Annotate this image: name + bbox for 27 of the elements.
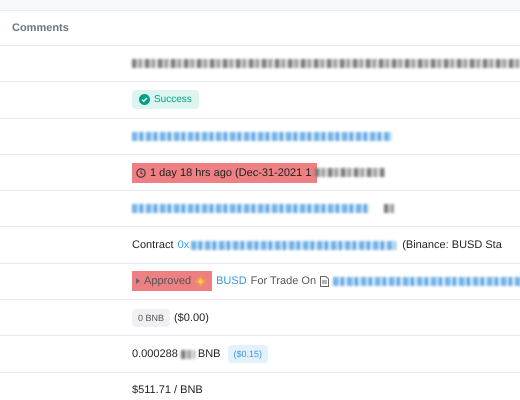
redacted-text xyxy=(315,168,386,178)
amount-badge: 0 BNB xyxy=(132,308,170,327)
redacted-link[interactable] xyxy=(132,204,370,214)
check-circle-icon xyxy=(139,94,150,106)
timestamp-text: 1 day 18 hrs ago (Dec-31-2021 1 xyxy=(132,162,318,183)
contract-name: (Binance: BUSD Sta xyxy=(402,239,502,252)
token-icon xyxy=(195,276,206,287)
action-text: For Trade On xyxy=(250,275,316,288)
redacted-text xyxy=(180,350,195,359)
action-text: Approved xyxy=(132,271,212,292)
price-text: $511.71 / BNB xyxy=(132,384,203,396)
status-badge: Success xyxy=(132,90,199,110)
redacted-link[interactable] xyxy=(132,132,392,141)
address-link[interactable]: 0x xyxy=(178,239,190,252)
token-link[interactable]: BUSD xyxy=(216,275,247,288)
redacted-link[interactable] xyxy=(333,276,520,286)
copy-icon[interactable] xyxy=(384,204,394,214)
fee-unit: BNB xyxy=(198,348,221,360)
redacted-link[interactable] xyxy=(191,240,396,250)
usd-badge: ($0.15) xyxy=(228,345,268,364)
contract-label: Contract xyxy=(132,239,174,252)
fee-amount: 0.000288 xyxy=(132,348,178,360)
usd-value: ($0.00) xyxy=(174,312,209,324)
document-icon xyxy=(320,276,330,287)
section-title: Comments xyxy=(12,22,69,34)
caret-icon xyxy=(136,278,140,284)
clock-icon xyxy=(136,168,146,178)
